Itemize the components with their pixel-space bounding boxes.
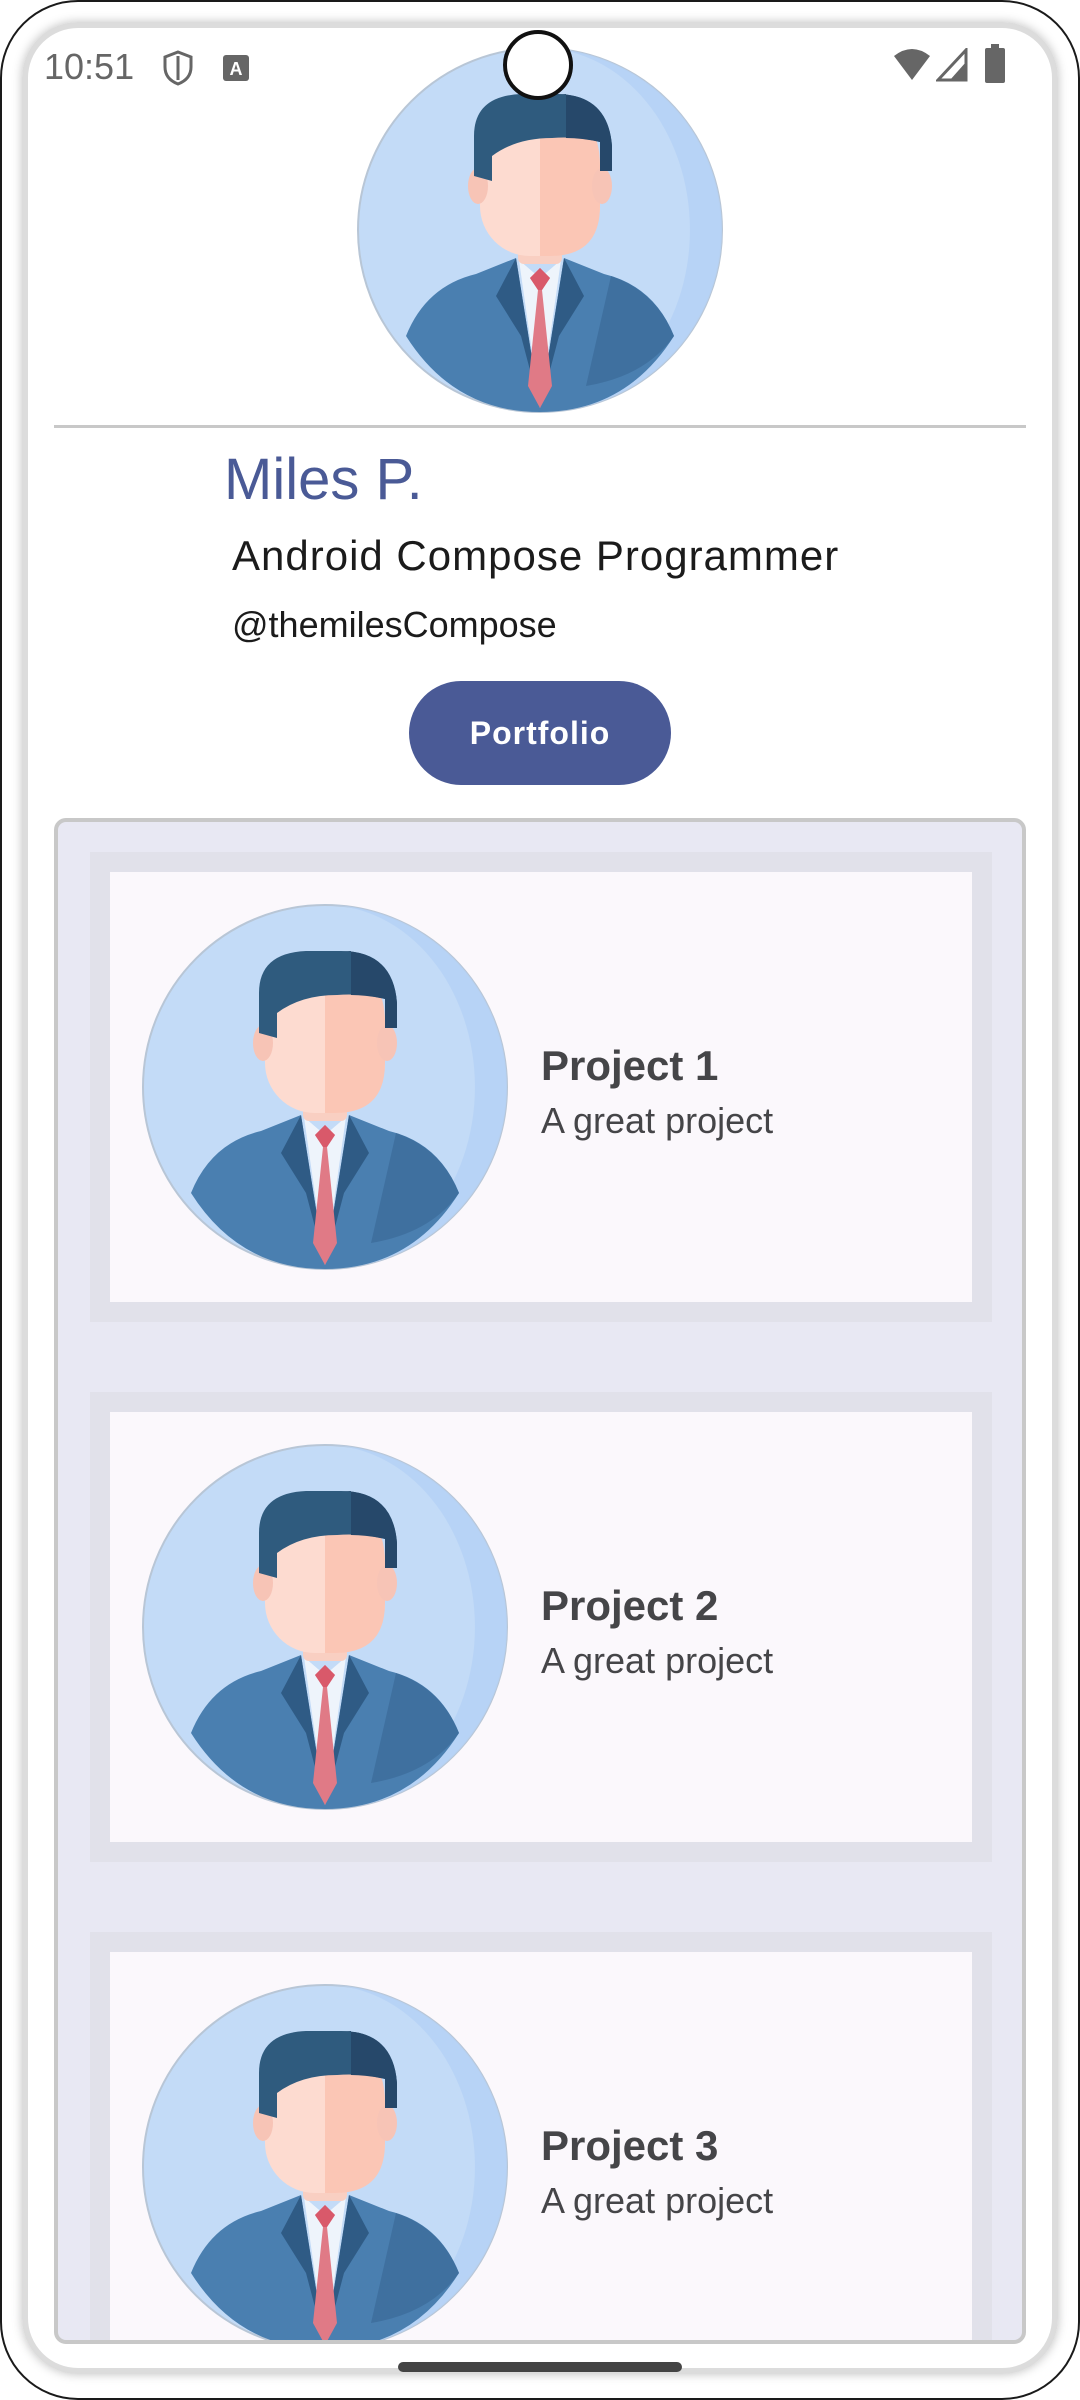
project-description: A great project (541, 2180, 774, 2221)
profile-handle: @themilesCompose (232, 604, 557, 645)
project-card-content: Project 3 A great project (110, 1952, 972, 2344)
portfolio-button[interactable]: Portfolio (409, 681, 671, 785)
header-divider (54, 425, 1026, 428)
project-card[interactable]: Project 3 A great project (90, 1932, 992, 2344)
project-card[interactable]: Project 1 A great project (90, 852, 992, 1322)
signal-icon (934, 46, 968, 87)
project-title: Project 1 (541, 1042, 719, 1089)
project-card-content: Project 2 A great project (110, 1412, 972, 1842)
profile-name: Miles P. (224, 447, 423, 512)
project-description: A great project (541, 1100, 774, 1141)
businessman-avatar-icon (141, 1983, 509, 2344)
project-card[interactable]: Project 2 A great project (90, 1392, 992, 1862)
projects-list[interactable]: Project 1 A great project Project 2 A gr… (54, 818, 1026, 2344)
text-a-icon: A (222, 54, 250, 87)
status-time: 10:51 (44, 46, 135, 87)
profile-avatar (356, 46, 724, 414)
battery-icon (984, 44, 1006, 89)
shield-icon (162, 50, 194, 91)
camera-cutout (503, 30, 573, 100)
svg-text:A: A (230, 59, 243, 79)
project-title: Project 2 (541, 1582, 719, 1629)
app-screen: 10:51 A Miles P. Android Compose Program… (0, 0, 1080, 2400)
home-gesture-bar[interactable] (398, 2362, 682, 2372)
project-card-content: Project 1 A great project (110, 872, 972, 1302)
businessman-avatar-icon (141, 1443, 509, 1811)
businessman-avatar-icon (141, 903, 509, 1271)
businessman-avatar-icon (358, 48, 722, 412)
project-description: A great project (541, 1640, 774, 1681)
project-title: Project 3 (541, 2122, 719, 2169)
profile-title: Android Compose Programmer (232, 532, 840, 579)
wifi-icon (892, 48, 932, 87)
